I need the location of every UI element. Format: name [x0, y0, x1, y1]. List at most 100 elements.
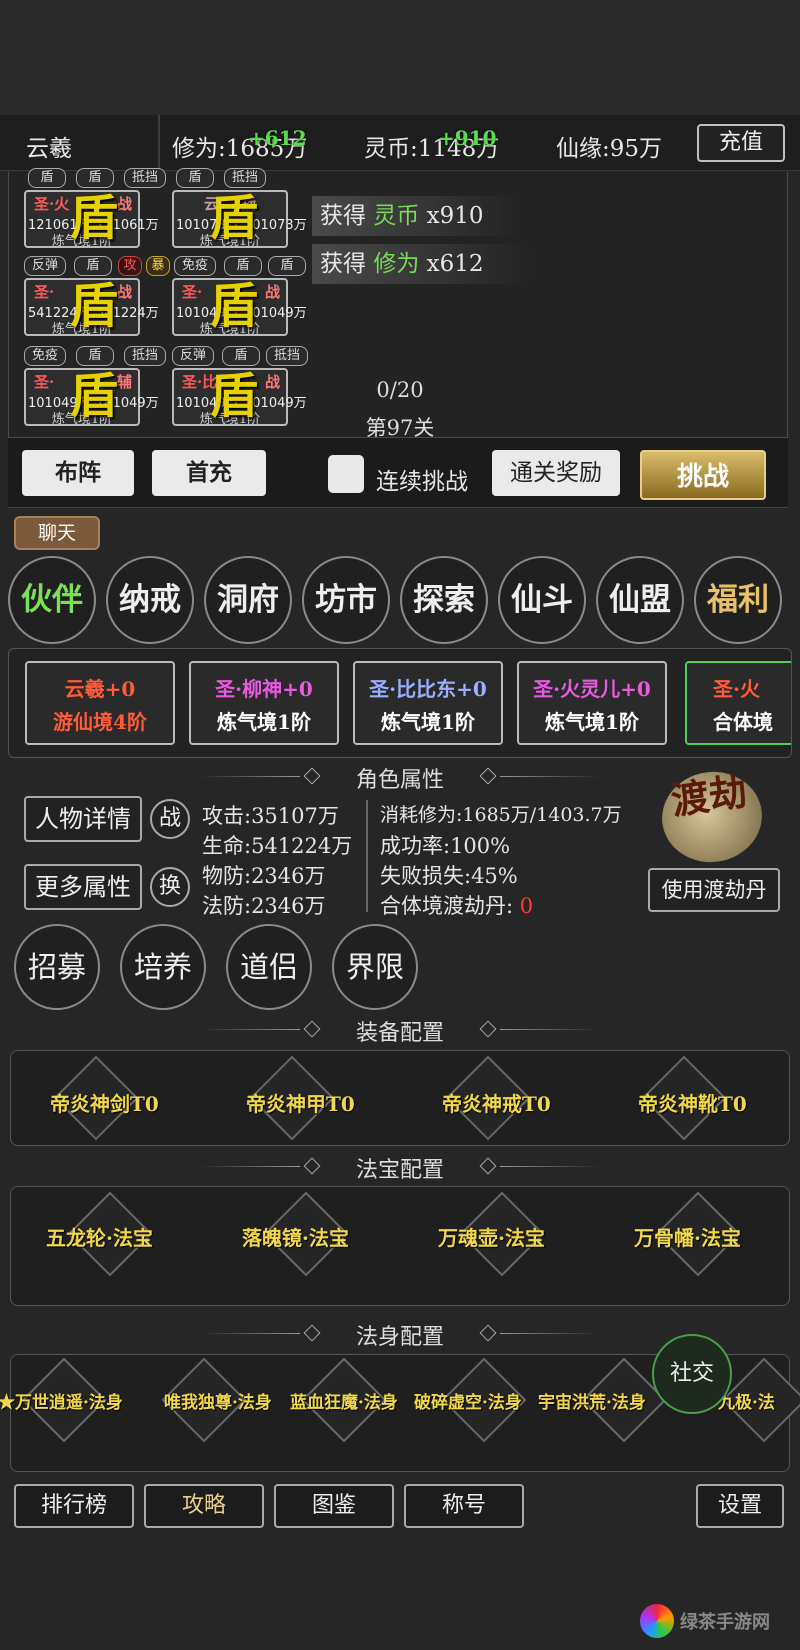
battle-unit-card[interactable]: 圣· 战 101049万 101049万 炼气境1阶	[172, 278, 307, 337]
treasure-item: 落魄镜·法宝	[242, 1226, 349, 1250]
continuous-challenge-checkbox[interactable]	[328, 455, 364, 493]
first-charge-button[interactable]: 首充	[152, 450, 266, 496]
nav-partner[interactable]: 伙伴	[8, 556, 96, 644]
unit-role: 战	[264, 283, 280, 301]
header-divider	[158, 115, 160, 171]
clear-reward-button[interactable]: 通关奖励	[492, 450, 620, 496]
player-name: 云羲	[26, 136, 72, 162]
codex-button[interactable]: 图鉴	[274, 1484, 394, 1528]
section-divider	[500, 1166, 600, 1167]
unit-name: 圣·	[34, 283, 55, 301]
unit-realm: 炼气境1阶	[51, 234, 113, 249]
crit-buff-tag: 暴	[146, 256, 170, 276]
companion-card[interactable]: 圣·火 合体境	[685, 661, 791, 745]
gain-notice: 获得 修为 x612	[312, 244, 532, 284]
status-tag: 盾	[176, 168, 214, 188]
watermark-logo-icon	[640, 1604, 674, 1638]
stats-divider	[366, 800, 368, 912]
hp-stat: 生命:541224万	[202, 834, 353, 858]
partner-button[interactable]: 道侣	[226, 924, 312, 1010]
companion-card[interactable]: 圣·比比东+0 炼气境1阶	[353, 661, 503, 745]
nav-explore[interactable]: 探索	[400, 556, 488, 644]
battle-unit-card[interactable]: 圣· 战 541224万 541224万 炼气境1阶	[24, 278, 159, 337]
companion-card[interactable]: 云羲+0 游仙境4阶	[25, 661, 175, 745]
treasure-title: 法宝配置	[355, 1158, 444, 1183]
fail-loss: 失败损失:45%	[380, 864, 518, 888]
body-item: 九极·法	[718, 1393, 775, 1413]
limit-button[interactable]: 界限	[332, 924, 418, 1010]
companion-list: 云羲+0 游仙境4阶 圣·柳神+0 炼气境1阶 圣·比比东+0 炼气境1阶 圣·…	[8, 648, 792, 758]
status-tag: 盾	[74, 256, 112, 276]
train-button[interactable]: 培养	[120, 924, 206, 1010]
phys-def-stat: 物防:2346万	[202, 864, 326, 888]
attack-stat: 攻击:35107万	[202, 804, 339, 828]
companion-realm: 合体境	[713, 710, 773, 734]
status-tag: 盾	[222, 346, 260, 366]
companion-realm: 炼气境1阶	[381, 710, 475, 734]
consume-cultivation: 消耗修为:1685万/1403.7万	[380, 804, 622, 826]
treasure-item: 万魂壶·法宝	[438, 1226, 545, 1250]
unit-realm: 炼气境1阶	[199, 234, 261, 249]
gain-amount: x910	[426, 203, 484, 229]
nav-market[interactable]: 坊市	[302, 556, 390, 644]
status-tag: 抵挡	[266, 346, 308, 366]
battle-unit-card[interactable]: 圣·火 战 121061万 121061万 炼气境1阶	[24, 190, 159, 249]
swap-icon[interactable]: 换	[150, 867, 190, 907]
unit-realm: 炼气境1阶	[199, 412, 261, 427]
unit-role: 战	[116, 195, 132, 213]
cultivation-gain-float: +612	[248, 126, 307, 150]
status-tag: 盾	[28, 168, 66, 188]
use-pill-button[interactable]: 使用渡劫丹	[648, 868, 780, 912]
pill-count: 0	[519, 894, 534, 918]
chat-tab[interactable]: 聊天	[14, 516, 100, 550]
status-tag: 免疫	[24, 346, 66, 366]
unit-role: 战	[264, 373, 280, 391]
recharge-button[interactable]: 充值	[697, 124, 785, 162]
nav-duel[interactable]: 仙斗	[498, 556, 586, 644]
formation-button[interactable]: 布阵	[22, 450, 134, 496]
status-tag: 盾	[268, 256, 306, 276]
mag-def-stat: 法防:2346万	[202, 894, 326, 918]
nav-cave[interactable]: 洞府	[204, 556, 292, 644]
section-divider	[500, 1333, 600, 1334]
status-area	[0, 0, 800, 115]
gain-item: 灵币	[373, 203, 420, 229]
gain-prefix: 获得	[320, 251, 366, 277]
companion-card[interactable]: 圣·火灵儿+0 炼气境1阶	[517, 661, 667, 745]
unit-role: 辅	[116, 373, 132, 391]
unit-name: 圣·	[34, 373, 55, 391]
guide-button[interactable]: 攻略	[144, 1484, 264, 1528]
equip-boots: 帝炎神靴T0	[638, 1092, 747, 1116]
nav-alliance[interactable]: 仙盟	[596, 556, 684, 644]
settings-button[interactable]: 设置	[696, 1484, 784, 1528]
battle-unit-card[interactable]: 云 战 101073万 101073万 炼气境1阶	[172, 190, 307, 249]
social-button[interactable]: 社交	[652, 1334, 732, 1414]
unit-name: 圣·比	[182, 373, 218, 391]
nav-welfare[interactable]: 福利	[694, 556, 782, 644]
status-tag: 反弹	[172, 346, 214, 366]
battle-unit-card[interactable]: 圣· 辅 101049万 101049万 炼气境1阶	[24, 368, 159, 427]
recruit-button[interactable]: 招募	[14, 924, 100, 1010]
companion-name: 圣·比比东+0	[369, 677, 487, 701]
unit-name: 圣·火	[34, 195, 70, 213]
more-attributes-button[interactable]: 更多属性	[24, 864, 142, 910]
attack-buff-tag: 攻	[118, 256, 142, 276]
status-tag: 抵挡	[124, 168, 166, 188]
companion-name: 圣·火灵儿+0	[533, 677, 651, 701]
unit-name: 云	[204, 195, 220, 213]
body-item: ★万世逍遥·法身	[0, 1393, 123, 1413]
battle-unit-card[interactable]: 圣·比 战 101049万 101049万 炼气境1阶	[172, 368, 307, 427]
equip-sword: 帝炎神剑T0	[50, 1092, 159, 1116]
title-button[interactable]: 称号	[404, 1484, 524, 1528]
gain-notice: 获得 灵币 x910	[312, 196, 522, 236]
character-details-button[interactable]: 人物详情	[24, 796, 142, 842]
nav-ring[interactable]: 纳戒	[106, 556, 194, 644]
companion-card[interactable]: 圣·柳神+0 炼气境1阶	[189, 661, 339, 745]
treasure-item: 万骨幡·法宝	[634, 1226, 741, 1250]
challenge-button[interactable]: 挑战	[640, 450, 766, 500]
section-divider	[500, 776, 600, 777]
status-tag: 盾	[76, 168, 114, 188]
fight-icon[interactable]: 战	[150, 799, 190, 839]
continuous-challenge-label: 连续挑战	[376, 469, 468, 495]
leaderboard-button[interactable]: 排行榜	[14, 1484, 134, 1528]
